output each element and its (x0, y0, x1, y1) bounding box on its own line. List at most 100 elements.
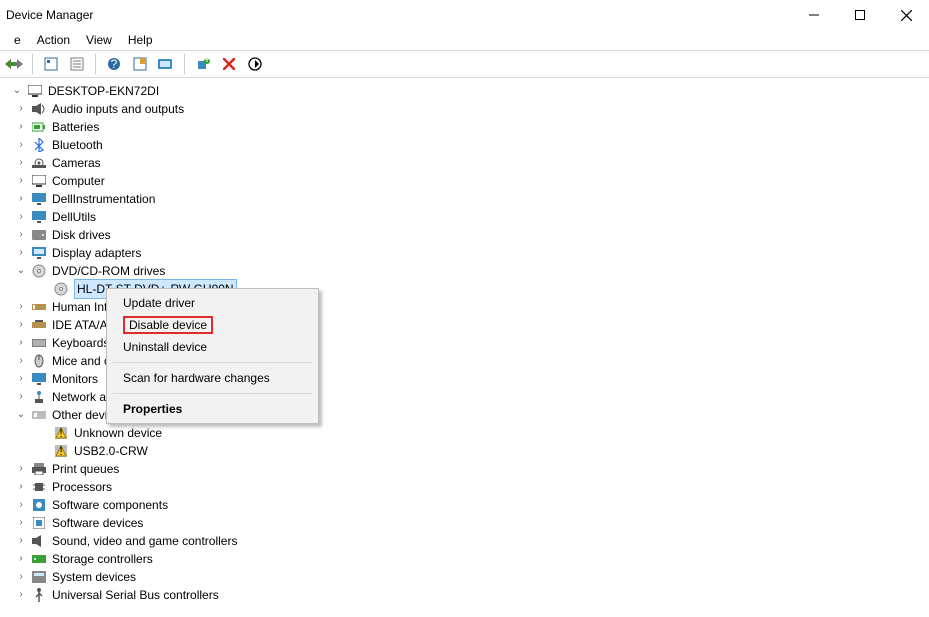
tree-item[interactable]: › Disk drives (4, 226, 929, 244)
tree-item[interactable]: ›Sound, video and game controllers (4, 532, 929, 550)
system-icon (30, 569, 48, 585)
swdev-icon (30, 515, 48, 531)
ctx-label: Uninstall device (123, 340, 207, 354)
hid-icon (30, 299, 48, 315)
expand-toggle[interactable]: › (14, 462, 28, 476)
tree-item[interactable]: ›Display adapters (4, 244, 929, 262)
tree-child-item[interactable]: !Unknown device (4, 424, 929, 442)
expand-toggle[interactable]: › (14, 354, 28, 368)
back-forward-icon[interactable] (4, 54, 24, 74)
tree-item[interactable]: ⌄ DVD/CD-ROM drives (4, 262, 929, 280)
tree-item-label: Monitors (52, 370, 98, 388)
menu-action[interactable]: Action (29, 31, 78, 49)
cpu-icon (30, 479, 48, 495)
expand-toggle[interactable]: › (14, 192, 28, 206)
expand-toggle[interactable]: › (14, 552, 28, 566)
expand-toggle[interactable]: › (14, 102, 28, 116)
tree-item-label: Processors (52, 478, 112, 496)
spacer (36, 444, 50, 458)
expand-toggle[interactable]: › (14, 570, 28, 584)
action-icon[interactable] (130, 54, 150, 74)
expand-toggle[interactable]: › (14, 372, 28, 386)
show-hidden-icon[interactable] (41, 54, 61, 74)
add-legacy-icon[interactable]: + (193, 54, 213, 74)
minimize-button[interactable] (791, 0, 837, 30)
tree-item[interactable]: › Software components (4, 496, 929, 514)
svg-text:?: ? (111, 57, 118, 71)
expand-toggle[interactable]: ⌄ (10, 84, 24, 98)
properties-icon[interactable] (67, 54, 87, 74)
tree-item[interactable]: › Processors (4, 478, 929, 496)
ctx-scan-hardware[interactable]: Scan for hardware changes (109, 367, 316, 389)
scan-hardware-icon[interactable] (156, 54, 176, 74)
tree-item-label: Cameras (52, 154, 101, 172)
ctx-disable-device[interactable]: Disable device (109, 314, 316, 336)
expand-toggle[interactable]: › (14, 498, 28, 512)
tree-item[interactable]: ›DellInstrumentation (4, 190, 929, 208)
ctx-label: Scan for hardware changes (123, 371, 270, 385)
ctx-properties[interactable]: Properties (109, 398, 316, 420)
tree-item[interactable]: ›Batteries (4, 118, 929, 136)
computer-icon (30, 173, 48, 189)
ctx-separator (113, 393, 312, 394)
expand-toggle[interactable]: › (14, 174, 28, 188)
expand-toggle[interactable]: › (14, 156, 28, 170)
expand-toggle[interactable]: › (14, 318, 28, 332)
monitor-icon (30, 209, 48, 225)
expand-toggle[interactable]: ⌄ (14, 408, 28, 422)
expand-toggle[interactable]: › (14, 120, 28, 134)
tree-item-label: Software components (52, 496, 168, 514)
expand-toggle[interactable]: › (14, 588, 28, 602)
tree-item[interactable]: ›Audio inputs and outputs (4, 100, 929, 118)
menu-view[interactable]: View (78, 31, 120, 49)
maximize-button[interactable] (837, 0, 883, 30)
tree-item[interactable]: ›Bluetooth (4, 136, 929, 154)
help-icon[interactable]: ? (104, 54, 124, 74)
ctx-uninstall-device[interactable]: Uninstall device (109, 336, 316, 358)
tree-item[interactable]: ›Print queues (4, 460, 929, 478)
tree-item[interactable]: › Cameras (4, 154, 929, 172)
expand-toggle[interactable]: › (14, 516, 28, 530)
camera-icon (30, 155, 48, 171)
tree-item[interactable]: ›DellUtils (4, 208, 929, 226)
expand-toggle[interactable]: ⌄ (14, 264, 28, 278)
refresh-icon[interactable] (245, 54, 265, 74)
tree-root[interactable]: ⌄ DESKTOP-EKN72DI (4, 82, 929, 100)
expand-toggle[interactable]: › (14, 534, 28, 548)
menu-help[interactable]: Help (120, 31, 161, 49)
printer-icon (30, 461, 48, 477)
tree-child-label: USB2.0-CRW (74, 442, 148, 460)
storage-icon (30, 551, 48, 567)
network-icon (30, 389, 48, 405)
toolbar-separator (95, 54, 96, 74)
tree-item[interactable]: › Software devices (4, 514, 929, 532)
remove-icon[interactable] (219, 54, 239, 74)
tree-item-label: Disk drives (52, 226, 111, 244)
tree-item[interactable]: ›Computer (4, 172, 929, 190)
ide-icon (30, 317, 48, 333)
expand-toggle[interactable]: › (14, 300, 28, 314)
expand-toggle[interactable]: › (14, 210, 28, 224)
expand-toggle[interactable]: › (14, 138, 28, 152)
tree-item-label: System devices (52, 568, 136, 586)
title-bar: Device Manager (0, 0, 929, 30)
expand-toggle[interactable]: › (14, 480, 28, 494)
expand-toggle[interactable]: › (14, 246, 28, 260)
tree-item[interactable]: › System devices (4, 568, 929, 586)
expand-toggle[interactable]: › (14, 228, 28, 242)
ctx-update-driver[interactable]: Update driver (109, 292, 316, 314)
ctx-label: Update driver (123, 296, 195, 310)
expand-toggle[interactable]: › (14, 390, 28, 404)
warn-icon: ! (52, 425, 70, 441)
close-button[interactable] (883, 0, 929, 30)
bluetooth-icon (30, 137, 48, 153)
menu-file[interactable]: e (6, 31, 29, 49)
display-icon (30, 245, 48, 261)
tree-child-item[interactable]: !USB2.0-CRW (4, 442, 929, 460)
tree-item[interactable]: ›Storage controllers (4, 550, 929, 568)
dvd-icon (30, 263, 48, 279)
tree-item[interactable]: ›Universal Serial Bus controllers (4, 586, 929, 604)
tree-item-label: DVD/CD-ROM drives (52, 262, 165, 280)
expand-toggle[interactable]: › (14, 336, 28, 350)
tree-item-label: Software devices (52, 514, 143, 532)
